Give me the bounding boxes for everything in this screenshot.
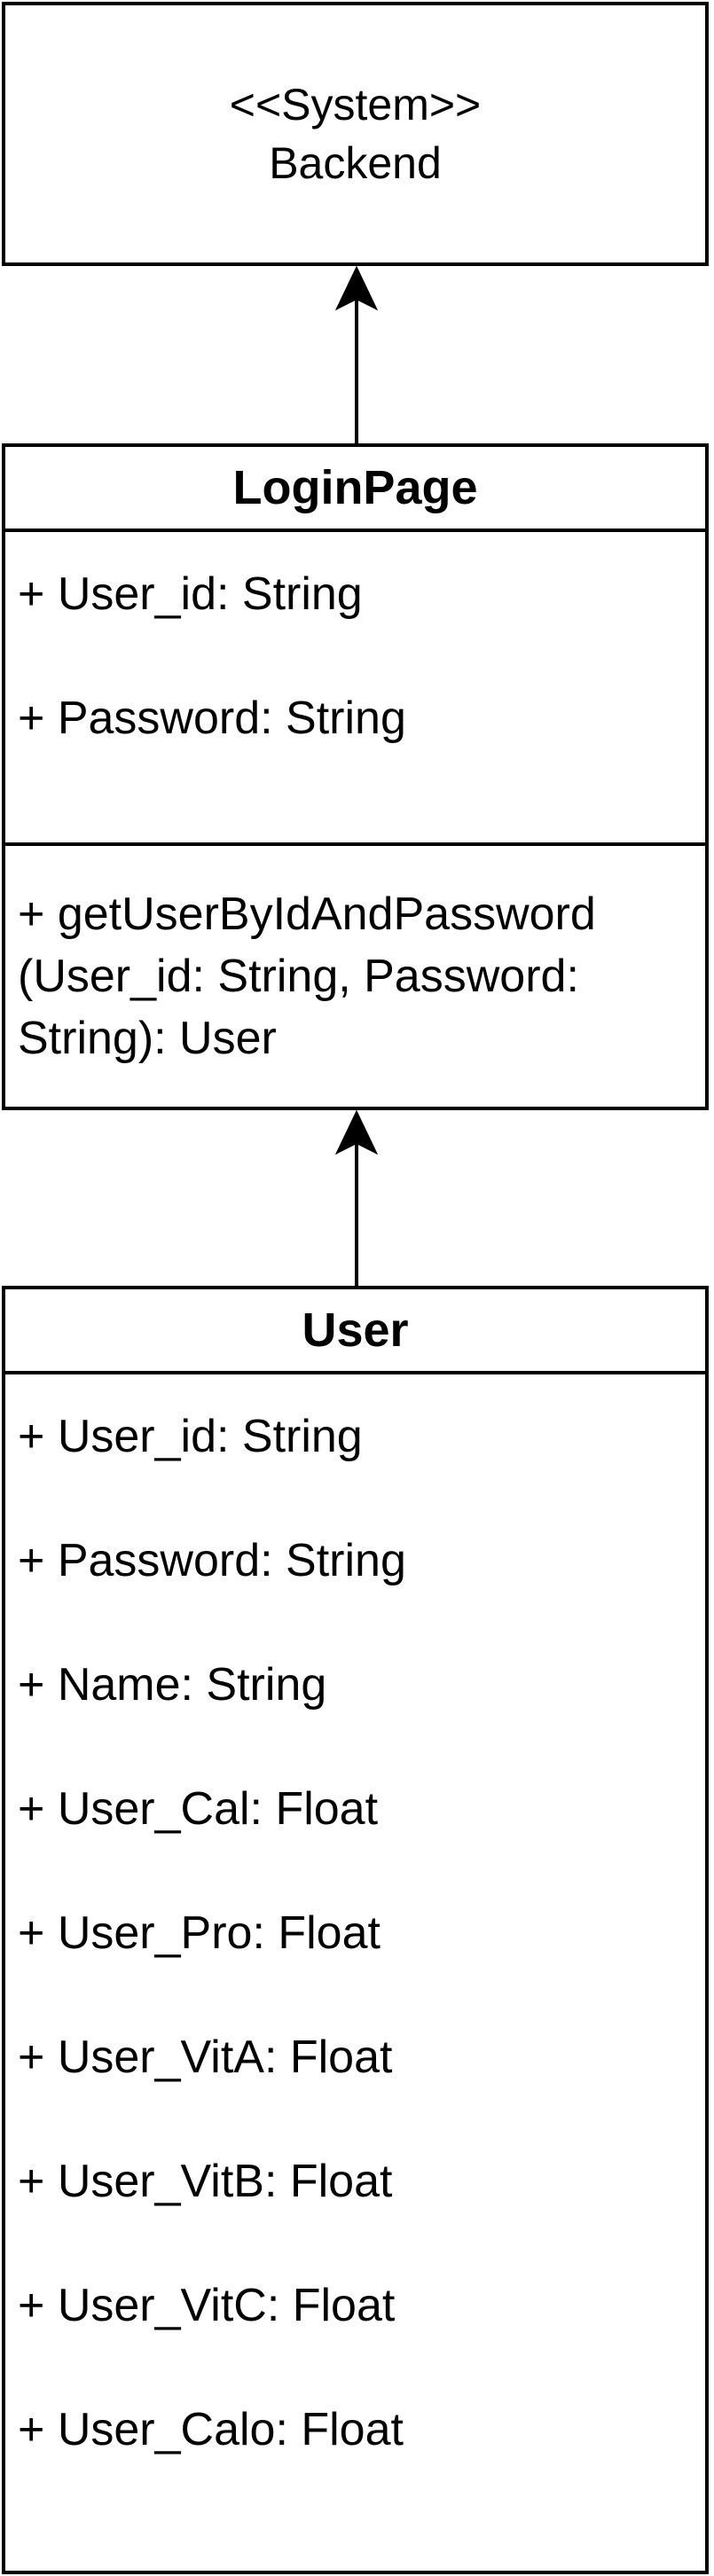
user-attribute: + Password: String [18, 1535, 406, 1586]
user-attribute: + User_VitC: Float [18, 2280, 396, 2331]
system-backend-box: <<System>> Backend [2, 2, 709, 266]
loginpage-class-box: LoginPage + User_id: String + Password: … [2, 443, 709, 1110]
loginpage-method-line: (User_id: String, Password: [18, 951, 579, 1002]
arrow-user-to-login [334, 1109, 379, 1286]
system-name: Backend [269, 138, 442, 188]
user-attribute: + User_id: String [18, 1411, 363, 1462]
user-attribute: + User_Calo: Float [18, 2404, 404, 2455]
user-attribute: + User_Pro: Float [18, 1907, 381, 1959]
system-stereotype: <<System>> [229, 80, 482, 129]
user-attribute: + User_VitA: Float [18, 2032, 393, 2083]
loginpage-method-line: String): User [18, 1013, 277, 1064]
user-attribute: + User_VitB: Float [18, 2156, 393, 2207]
user-attribute: + User_Cal: Float [18, 1783, 379, 1835]
user-attributes: + User_id: String + Password: String + N… [5, 1374, 705, 2492]
user-class-title: User [5, 1289, 705, 1374]
loginpage-methods: + getUserByIdAndPassword (User_id: Strin… [5, 846, 705, 1069]
loginpage-method-line: + getUserByIdAndPassword [18, 889, 596, 940]
loginpage-attributes: + User_id: String + Password: String [5, 532, 705, 846]
loginpage-attribute: + User_id: String [18, 568, 363, 620]
arrow-login-to-system [334, 265, 379, 443]
user-class-box: User + User_id: String + Password: Strin… [2, 1286, 709, 2574]
loginpage-attribute: + Password: String [18, 693, 406, 744]
loginpage-class-title: LoginPage [5, 447, 705, 532]
user-attribute: + Name: String [18, 1659, 327, 1711]
